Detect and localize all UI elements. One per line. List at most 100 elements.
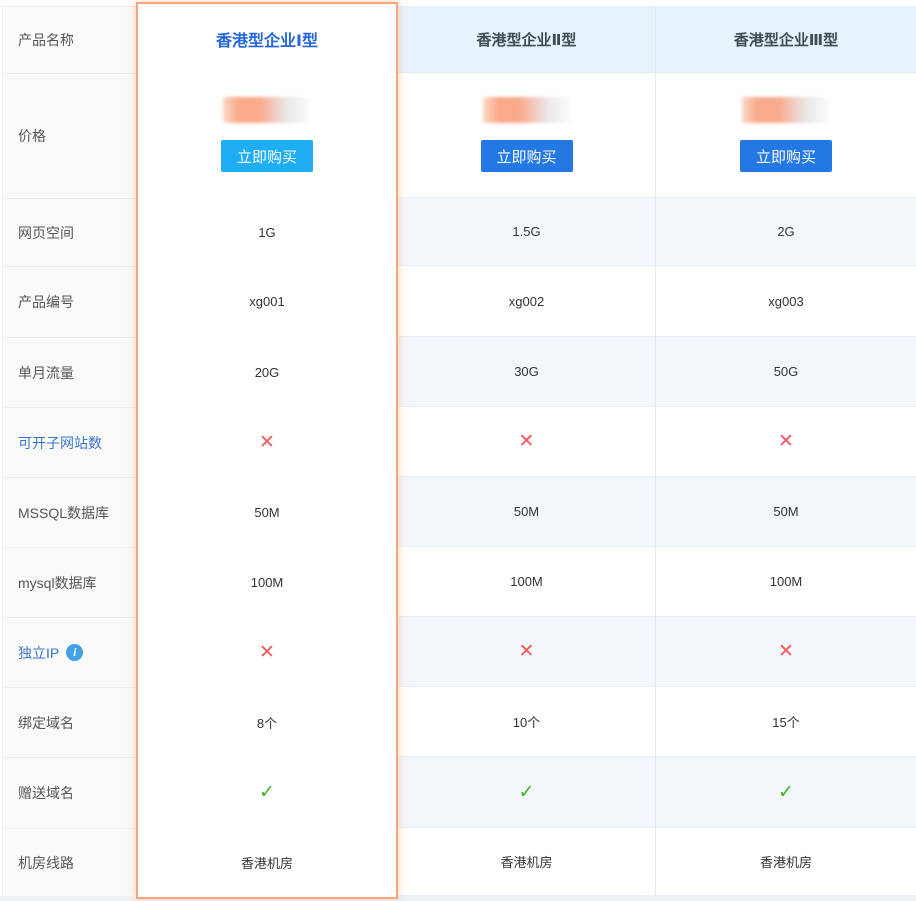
price-block: 立即购买 — [398, 73, 655, 198]
feature-label-datacenter: 机房线路 — [3, 829, 136, 897]
feature-value: 100M — [510, 574, 543, 589]
price-redacted — [742, 97, 830, 123]
feature-cell-mssql_db: 50M — [398, 477, 655, 547]
feature-cells: 2Gxg00350G✕50M100M✕15个✓香港机房 — [656, 198, 916, 896]
feature-cell-datacenter: 香港机房 — [398, 828, 655, 896]
feature-cell-datacenter: 香港机房 — [138, 828, 396, 896]
feature-value: xg002 — [509, 294, 544, 309]
cross-icon: ✕ — [259, 433, 275, 452]
feature-value: 1G — [258, 225, 275, 240]
feature-label-mysql_db: mysql数据库 — [3, 548, 136, 618]
feature-value: 10个 — [513, 712, 540, 731]
feature-cells: 1.5G xg002 30G ✕ 50M 100M ✕ 10个 ✓ 香港机房 — [398, 198, 655, 896]
feature-label-product_code: 产品编号 — [3, 267, 136, 338]
feature-label-dedicated_ip: 独立IP i — [3, 618, 136, 688]
feature-value: 50G — [774, 364, 799, 379]
feature-value: 香港机房 — [760, 852, 812, 871]
cross-icon: ✕ — [519, 642, 535, 661]
feature-value: 50M — [514, 504, 539, 519]
feature-cell-free_domain: ✓ — [398, 757, 655, 828]
feature-label-monthly_traffic: 单月流量 — [3, 338, 136, 408]
cross-icon: ✕ — [778, 432, 794, 451]
feature-value: 50M — [254, 505, 279, 520]
feature-cell-free_domain: ✓ — [138, 757, 396, 828]
feature-cell-free_domain: ✓ — [656, 757, 916, 828]
feature-label-text: 赠送域名 — [18, 783, 74, 803]
product-column-hk-type2: 香港型企业Ⅱ型 立即购买 1.5G xg002 30G ✕ 50M 100M ✕ 10个 ✓ 香港… — [398, 6, 655, 896]
feature-cell-mysql_db: 100M — [138, 547, 396, 617]
feature-label-text: 单月流量 — [18, 363, 74, 383]
feature-cell-bind_domains: 8个 — [138, 687, 396, 757]
feature-cell-bind_domains: 10个 — [398, 687, 655, 757]
product-header: 香港型企业Ⅱ型 — [398, 6, 655, 73]
feature-value: 2G — [777, 224, 794, 239]
feature-label-text: 机房线路 — [18, 853, 74, 873]
product-column-hk-type3: 香港型企业Ⅲ型 立即购买 2Gxg00350G✕50M100M✕15个✓香港机房 — [655, 6, 916, 896]
check-icon: ✓ — [259, 783, 275, 802]
feature-label-text[interactable]: 可开子网站数 — [18, 433, 102, 453]
feature-label-price: 价格 — [3, 74, 136, 199]
feature-cell-web_space: 1G — [138, 198, 396, 266]
price-block: 立即购买 — [138, 73, 396, 198]
feature-cell-sub_sites: ✕ — [398, 407, 655, 477]
product-header: 香港型企业Ⅲ型 — [656, 6, 916, 73]
feature-label-text: 网页空间 — [18, 223, 74, 243]
feature-cell-monthly_traffic: 30G — [398, 337, 655, 407]
feature-label-product_name: 产品名称 — [3, 7, 136, 74]
check-icon: ✓ — [778, 783, 794, 802]
feature-value: 20G — [255, 365, 280, 380]
cross-icon: ✕ — [519, 432, 535, 451]
cross-icon: ✕ — [259, 643, 275, 662]
buy-now-button[interactable]: 立即购买 — [221, 140, 313, 172]
feature-label-text: 产品编号 — [18, 292, 74, 312]
feature-cell-dedicated_ip: ✕ — [656, 617, 916, 687]
feature-value: 1.5G — [512, 224, 540, 239]
feature-cell-web_space: 1.5G — [398, 198, 655, 266]
feature-cell-datacenter: 香港机房 — [656, 828, 916, 896]
feature-cell-dedicated_ip: ✕ — [138, 617, 396, 687]
feature-value: 100M — [251, 575, 284, 590]
product-column-hk-type1: 香港型企业Ⅰ型 立即购买 1G xg001 20G ✕ 50M 100M ✕ 8个 ✓ 香港机房 — [136, 2, 398, 899]
feature-label-sub_sites: 可开子网站数 — [3, 408, 136, 478]
feature-cell-product_code: xg001 — [138, 266, 396, 337]
feature-cell-sub_sites: ✕ — [656, 407, 916, 477]
product-title: 香港型企业Ⅰ型 — [216, 27, 318, 51]
feature-cell-sub_sites: ✕ — [138, 407, 396, 477]
feature-cell-mysql_db: 100M — [656, 547, 916, 617]
feature-value: 8个 — [257, 713, 277, 732]
feature-label-column: 产品名称价格网页空间产品编号单月流量可开子网站数 MSSQL数据库 mysql数据库… — [2, 6, 136, 897]
feature-label-text: 产品名称 — [18, 30, 74, 50]
feature-value: 香港机房 — [500, 852, 552, 871]
feature-cell-bind_domains: 15个 — [656, 687, 916, 757]
feature-label-bind_domains: 绑定域名 — [3, 688, 136, 758]
feature-cell-monthly_traffic: 20G — [138, 337, 396, 407]
feature-value: 30G — [514, 364, 539, 379]
feature-cell-product_code: xg003 — [656, 266, 916, 337]
feature-cell-monthly_traffic: 50G — [656, 337, 916, 407]
feature-label-text[interactable]: 独立IP — [18, 643, 59, 663]
feature-cell-product_code: xg002 — [398, 266, 655, 337]
feature-label-free_domain: 赠送域名 — [3, 758, 136, 829]
feature-label-text: mysql数据库 — [18, 573, 97, 593]
price-block: 立即购买 — [656, 73, 916, 198]
price-redacted — [483, 97, 571, 123]
info-icon[interactable]: i — [66, 644, 83, 661]
feature-cells: 1G xg001 20G ✕ 50M 100M ✕ 8个 ✓ 香港机房 — [138, 198, 396, 896]
feature-label-text: 绑定域名 — [18, 713, 74, 733]
feature-cell-mssql_db: 50M — [138, 477, 396, 547]
feature-cell-mssql_db: 50M — [656, 477, 916, 547]
feature-value: 15个 — [772, 712, 799, 731]
feature-value: xg003 — [768, 294, 803, 309]
feature-label-text: 价格 — [18, 126, 46, 146]
feature-label-mssql_db: MSSQL数据库 — [3, 478, 136, 548]
feature-cell-web_space: 2G — [656, 198, 916, 266]
buy-now-button[interactable]: 立即购买 — [481, 140, 573, 172]
feature-value: 50M — [773, 504, 798, 519]
buy-now-button[interactable]: 立即购买 — [740, 140, 832, 172]
feature-cell-dedicated_ip: ✕ — [398, 617, 655, 687]
feature-label-text: MSSQL数据库 — [18, 503, 109, 523]
feature-label-web_space: 网页空间 — [3, 199, 136, 267]
pricing-comparison-table: 产品名称价格网页空间产品编号单月流量可开子网站数 MSSQL数据库 mysql数据库… — [0, 0, 916, 901]
feature-value: 香港机房 — [241, 853, 293, 872]
check-icon: ✓ — [519, 783, 535, 802]
